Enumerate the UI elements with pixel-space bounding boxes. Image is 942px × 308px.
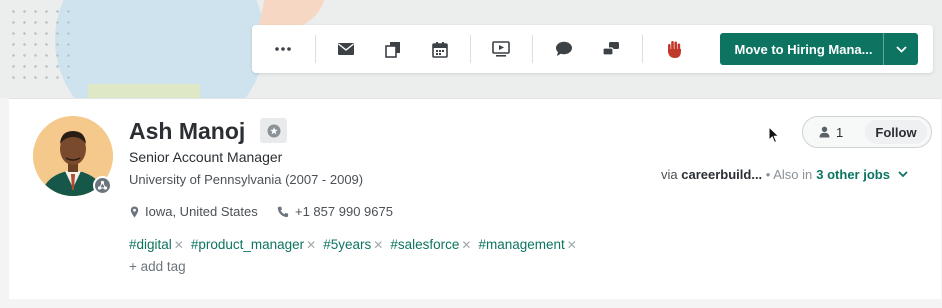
candidate-phone[interactable]: +1 857 990 9675 (277, 204, 393, 219)
copy-icon[interactable] (377, 33, 409, 65)
source-via: via (661, 167, 678, 182)
phone-icon (277, 206, 289, 217)
location-pin-icon (130, 206, 139, 217)
mouse-cursor-icon (768, 126, 780, 144)
candidate-name: Ash Manoj (129, 118, 246, 144)
toolbar-divider (532, 35, 533, 63)
follow-group: 1 Follow (802, 116, 932, 148)
follow-button[interactable]: Follow (865, 120, 927, 144)
video-icon[interactable] (485, 33, 517, 65)
candidate-education: University of Pennsylvania (2007 - 2009) (129, 172, 364, 187)
decorative-blob (258, 0, 326, 28)
mail-icon[interactable] (330, 33, 362, 65)
tag-label: #product_manager (190, 237, 305, 252)
toolbar-divider (642, 35, 643, 63)
decorative-dots (8, 6, 72, 86)
tag-item[interactable]: #5years ✕ (323, 237, 383, 252)
candidate-source: via careerbuild... • Also in 3 other job… (661, 167, 908, 182)
remove-tag-icon[interactable]: ✕ (306, 238, 316, 252)
location-text: Iowa, United States (145, 204, 258, 219)
other-jobs-link[interactable]: 3 other jobs (816, 167, 890, 182)
remove-tag-icon[interactable]: ✕ (567, 238, 577, 252)
phone-text: +1 857 990 9675 (295, 204, 393, 219)
toolbar-divider (315, 35, 316, 63)
followers-number: 1 (836, 124, 844, 140)
candidate-location: Iowa, United States (130, 204, 258, 219)
calendar-icon[interactable] (424, 33, 456, 65)
tag-item[interactable]: #salesforce ✕ (390, 237, 471, 252)
decorative-blob (88, 84, 200, 98)
remove-tag-icon[interactable]: ✕ (174, 238, 184, 252)
source-name: careerbuild... (681, 167, 763, 182)
move-to-stage-button[interactable]: Move to Hiring Mana... (720, 33, 918, 65)
more-icon[interactable] (267, 33, 299, 65)
tag-label: #digital (129, 237, 172, 252)
toolbar-divider (470, 35, 471, 63)
chevron-down-icon[interactable] (884, 45, 918, 53)
tag-label: #salesforce (390, 237, 460, 252)
star-icon[interactable] (260, 118, 287, 143)
share-icon[interactable] (595, 33, 627, 65)
candidate-title: Senior Account Manager (129, 149, 283, 165)
tag-item[interactable]: #digital ✕ (129, 237, 184, 252)
chevron-down-icon[interactable] (898, 171, 908, 178)
tag-item[interactable]: #product_manager ✕ (191, 237, 316, 252)
tag-label: #management (478, 237, 565, 252)
followers-count[interactable]: 1 (803, 125, 863, 140)
action-toolbar: Move to Hiring Mana... (252, 25, 933, 73)
source-badge-icon (93, 176, 112, 195)
hand-stop-icon[interactable] (658, 33, 690, 65)
add-tag-link[interactable]: + add tag (129, 259, 186, 274)
comment-icon[interactable] (548, 33, 580, 65)
tag-item[interactable]: #management ✕ (478, 237, 576, 252)
also-in-label: • Also in (765, 167, 813, 182)
user-icon (819, 126, 830, 138)
candidate-card: Ash Manoj Senior Account Manager Univers… (9, 98, 941, 299)
tag-label: #5years (323, 237, 372, 252)
tag-list: #digital ✕ #product_manager ✕ #5years ✕ #sa… (129, 237, 577, 252)
remove-tag-icon[interactable]: ✕ (461, 238, 471, 252)
move-to-stage-label: Move to Hiring Mana... (734, 41, 873, 57)
remove-tag-icon[interactable]: ✕ (373, 238, 383, 252)
